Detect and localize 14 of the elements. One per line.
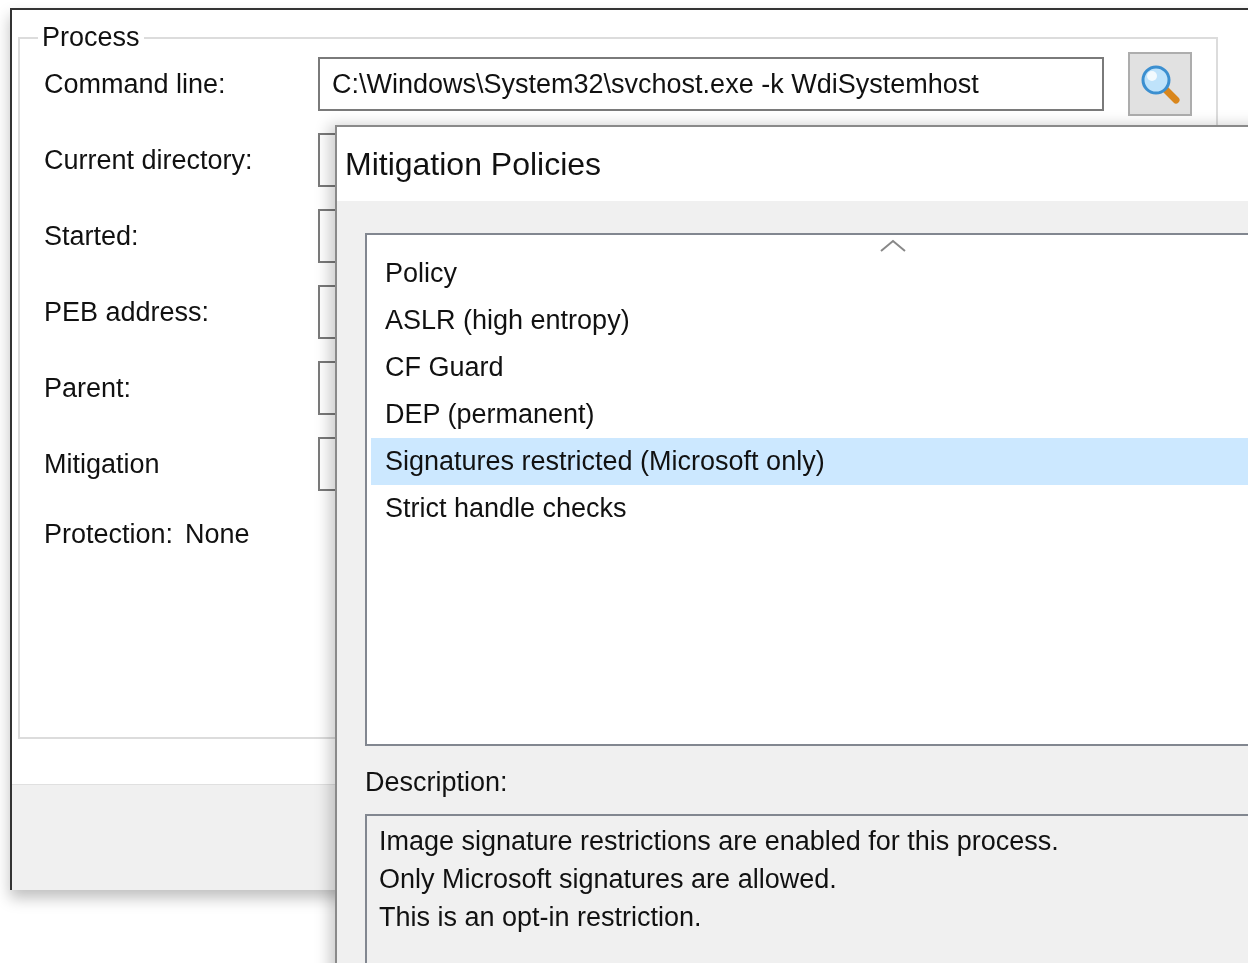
description-text: Image signature restrictions are enabled for this process. xyxy=(379,825,1060,858)
description-label: Description: xyxy=(365,765,509,799)
field-label: Current directory: xyxy=(44,144,254,176)
field-label: Command line: xyxy=(44,68,227,100)
field-label: Parent: xyxy=(44,372,133,404)
description-text: Only Microsoft signatures are allowed. xyxy=(379,863,838,896)
field-label: Protection: xyxy=(44,519,174,550)
field-label: Started: xyxy=(44,220,140,252)
field-label: PEB address: xyxy=(44,296,211,328)
description-text: This is an opt-in restriction. xyxy=(379,901,703,934)
field-label: Mitigation xyxy=(44,448,161,480)
field-value: None xyxy=(185,519,250,550)
dialog-title: Mitigation Policies xyxy=(337,127,1248,201)
group-title: Process xyxy=(41,22,141,53)
